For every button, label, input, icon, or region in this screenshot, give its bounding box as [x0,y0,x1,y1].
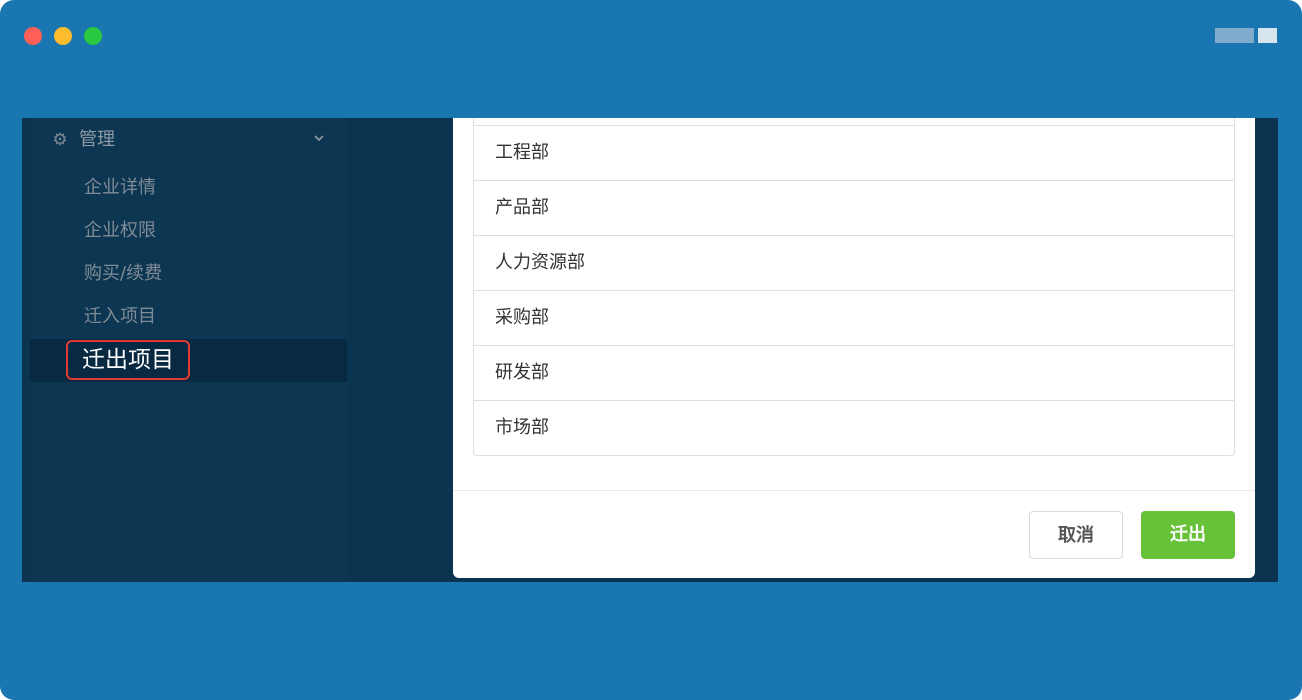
sidebar: ⚙ 管理 企业详情 企业权限 购买/续费 迁入项目 迁出项目 [30,118,347,582]
minimize-window-button[interactable] [54,27,72,45]
department-option[interactable]: 人力资源部 [474,235,1234,290]
sidebar-group-management[interactable]: ⚙ 管理 [30,118,347,163]
dialog-footer-divider [453,490,1255,491]
department-select-dialog: 工程部 产品部 人力资源部 采购部 研发部 市场部 取消 迁出 [453,118,1255,578]
sidebar-item-label: 企业详情 [84,177,156,198]
department-option-label: 采购部 [495,307,549,328]
department-option-label: 市场部 [495,417,549,438]
sidebar-group-label: 管理 [79,129,115,150]
department-option[interactable]: 研发部 [474,345,1234,400]
sidebar-item-purchase-renew[interactable]: 购买/续费 [30,253,347,296]
sidebar-item-import-project[interactable]: 迁入项目 [30,296,347,339]
sidebar-item-label: 迁出项目 [82,347,174,373]
chevron-down-icon [314,135,324,142]
export-confirm-button[interactable]: 迁出 [1141,511,1235,559]
department-option[interactable]: 产品部 [474,180,1234,235]
department-option[interactable]: 采购部 [474,290,1234,345]
window-control-square-icon [1258,28,1277,43]
department-option[interactable]: 市场部 [474,400,1234,455]
app-window: ⚙ 管理 企业详情 企业权限 购买/续费 迁入项目 迁出项目 工程部 产品部 人… [0,0,1302,700]
sidebar-item-company-details[interactable]: 企业详情 [30,167,347,210]
department-option-label: 研发部 [495,362,549,383]
window-control-bar-icon [1215,28,1254,43]
app-content: ⚙ 管理 企业详情 企业权限 购买/续费 迁入项目 迁出项目 工程部 产品部 人… [22,118,1278,582]
department-option-label: 工程部 [495,142,549,163]
sidebar-item-label: 企业权限 [84,220,156,241]
department-option-label: 人力资源部 [495,252,585,273]
sidebar-item-label: 购买/续费 [84,263,163,284]
department-list: 工程部 产品部 人力资源部 采购部 研发部 市场部 [473,118,1235,456]
maximize-window-button[interactable] [84,27,102,45]
cancel-button[interactable]: 取消 [1029,511,1123,559]
sidebar-item-label: 迁入项目 [84,306,156,327]
department-option[interactable]: 工程部 [474,125,1234,180]
close-window-button[interactable] [24,27,42,45]
department-option-label: 产品部 [495,197,549,218]
gear-icon: ⚙ [52,130,68,150]
sidebar-item-export-project[interactable]: 迁出项目 [30,339,347,382]
sidebar-item-company-permissions[interactable]: 企业权限 [30,210,347,253]
